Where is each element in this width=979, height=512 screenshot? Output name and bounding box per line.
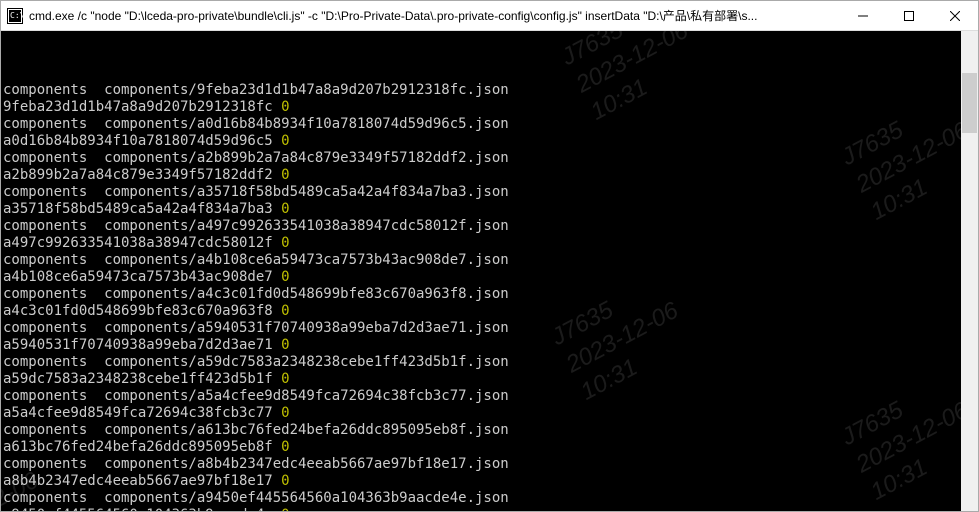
status-zero: 0 bbox=[281, 99, 289, 115]
status-zero: 0 bbox=[281, 167, 289, 183]
console-line: components components/a8b4b2347edc4eeab5… bbox=[3, 456, 978, 473]
console-line: components components/a35718f58bd5489ca5… bbox=[3, 184, 978, 201]
window-title: cmd.exe /c "node "D:\lceda-pro-private\b… bbox=[29, 7, 840, 24]
console-text: components components/a2b899b2a7a84c879e… bbox=[3, 150, 509, 166]
console-line: a2b899b2a7a84c879e3349f57182ddf2 0 bbox=[3, 167, 978, 184]
console-line: a5a4cfee9d8549fca72694c38fcb3c77 0 bbox=[3, 405, 978, 422]
console-text: a0d16b84b8934f10a7818074d59d96c5 bbox=[3, 133, 281, 149]
console-line: components components/a5940531f70740938a… bbox=[3, 320, 978, 337]
console-text: a8b4b2347edc4eeab5667ae97bf18e17 bbox=[3, 473, 281, 489]
console-text: components components/a59dc7583a2348238c… bbox=[3, 354, 509, 370]
console-line: components components/a497c992633541038a… bbox=[3, 218, 978, 235]
console-text: components components/a0d16b84b8934f10a7… bbox=[3, 116, 509, 132]
status-zero: 0 bbox=[281, 473, 289, 489]
console-text: a5a4cfee9d8549fca72694c38fcb3c77 bbox=[3, 405, 281, 421]
console-text: components components/9feba23d1d1b47a8a9… bbox=[3, 82, 509, 98]
window-controls bbox=[840, 1, 978, 30]
console-line: components components/a2b899b2a7a84c879e… bbox=[3, 150, 978, 167]
console-line: components components/a5a4cfee9d8549fca7… bbox=[3, 388, 978, 405]
cmd-icon: C:\ bbox=[7, 8, 23, 24]
console-text: components components/a5a4cfee9d8549fca7… bbox=[3, 388, 509, 404]
console-area[interactable]: J7635 2023-12-06 10:31 J7635 2023-12-06 … bbox=[1, 31, 978, 511]
console-line: a4c3c01fd0d548699bfe83c670a963f8 0 bbox=[3, 303, 978, 320]
console-text: components components/a4b108ce6a59473ca7… bbox=[3, 252, 509, 268]
status-zero: 0 bbox=[281, 201, 289, 217]
status-zero: 0 bbox=[281, 235, 289, 251]
status-zero: 0 bbox=[281, 371, 289, 387]
console-line: components components/a4b108ce6a59473ca7… bbox=[3, 252, 978, 269]
console-line: a0d16b84b8934f10a7818074d59d96c5 0 bbox=[3, 133, 978, 150]
console-text: a5940531f70740938a99eba7d2d3ae71 bbox=[3, 337, 281, 353]
console-text: components components/a613bc76fed24befa2… bbox=[3, 422, 509, 438]
titlebar[interactable]: C:\ cmd.exe /c "node "D:\lceda-pro-priva… bbox=[1, 1, 978, 31]
console-text: components components/a8b4b2347edc4eeab5… bbox=[3, 456, 509, 472]
console-line: a9450ef445564560a104363b9aacde4e 0 bbox=[3, 507, 978, 511]
status-zero: 0 bbox=[281, 337, 289, 353]
status-zero: 0 bbox=[281, 269, 289, 285]
console-text: components components/a35718f58bd5489ca5… bbox=[3, 184, 509, 200]
console-line: 9feba23d1d1b47a8a9d207b2912318fc 0 bbox=[3, 99, 978, 116]
vertical-scrollbar[interactable] bbox=[961, 31, 978, 511]
console-line: components components/9feba23d1d1b47a8a9… bbox=[3, 82, 978, 99]
console-text: a4b108ce6a59473ca7573b43ac908de7 bbox=[3, 269, 281, 285]
console-line: a497c992633541038a38947cdc58012f 0 bbox=[3, 235, 978, 252]
console-line: components components/a59dc7583a2348238c… bbox=[3, 354, 978, 371]
console-content: components components/9feba23d1d1b47a8a9… bbox=[3, 82, 978, 511]
scrollbar-thumb[interactable] bbox=[962, 73, 977, 133]
minimize-button[interactable] bbox=[840, 1, 886, 30]
status-zero: 0 bbox=[281, 507, 289, 511]
console-text: a497c992633541038a38947cdc58012f bbox=[3, 235, 281, 251]
console-line: components components/a4c3c01fd0d548699b… bbox=[3, 286, 978, 303]
console-text: a2b899b2a7a84c879e3349f57182ddf2 bbox=[3, 167, 281, 183]
console-text: 9feba23d1d1b47a8a9d207b2912318fc bbox=[3, 99, 281, 115]
status-zero: 0 bbox=[281, 439, 289, 455]
console-line: components components/a0d16b84b8934f10a7… bbox=[3, 116, 978, 133]
console-line: components components/a9450ef445564560a1… bbox=[3, 490, 978, 507]
console-line: components components/a613bc76fed24befa2… bbox=[3, 422, 978, 439]
console-text: a4c3c01fd0d548699bfe83c670a963f8 bbox=[3, 303, 281, 319]
console-text: a9450ef445564560a104363b9aacde4e bbox=[3, 507, 281, 511]
console-text: a59dc7583a2348238cebe1ff423d5b1f bbox=[3, 371, 281, 387]
status-zero: 0 bbox=[281, 303, 289, 319]
console-text: components components/a497c992633541038a… bbox=[3, 218, 509, 234]
status-zero: 0 bbox=[281, 133, 289, 149]
maximize-button[interactable] bbox=[886, 1, 932, 30]
console-line: a5940531f70740938a99eba7d2d3ae71 0 bbox=[3, 337, 978, 354]
console-line: a8b4b2347edc4eeab5667ae97bf18e17 0 bbox=[3, 473, 978, 490]
scrollbar-track[interactable] bbox=[961, 65, 978, 511]
console-line: a35718f58bd5489ca5a42a4f834a7ba3 0 bbox=[3, 201, 978, 218]
close-button[interactable] bbox=[932, 1, 978, 30]
console-text: components components/a5940531f70740938a… bbox=[3, 320, 509, 336]
console-text: components components/a9450ef445564560a1… bbox=[3, 490, 509, 506]
console-line: a613bc76fed24befa26ddc895095eb8f 0 bbox=[3, 439, 978, 456]
console-line: a59dc7583a2348238cebe1ff423d5b1f 0 bbox=[3, 371, 978, 388]
console-line: a4b108ce6a59473ca7573b43ac908de7 0 bbox=[3, 269, 978, 286]
console-text: a35718f58bd5489ca5a42a4f834a7ba3 bbox=[3, 201, 281, 217]
console-text: a613bc76fed24befa26ddc895095eb8f bbox=[3, 439, 281, 455]
status-zero: 0 bbox=[281, 405, 289, 421]
svg-text:C:\: C:\ bbox=[10, 11, 23, 20]
console-text: components components/a4c3c01fd0d548699b… bbox=[3, 286, 509, 302]
cmd-window: C:\ cmd.exe /c "node "D:\lceda-pro-priva… bbox=[0, 0, 979, 512]
